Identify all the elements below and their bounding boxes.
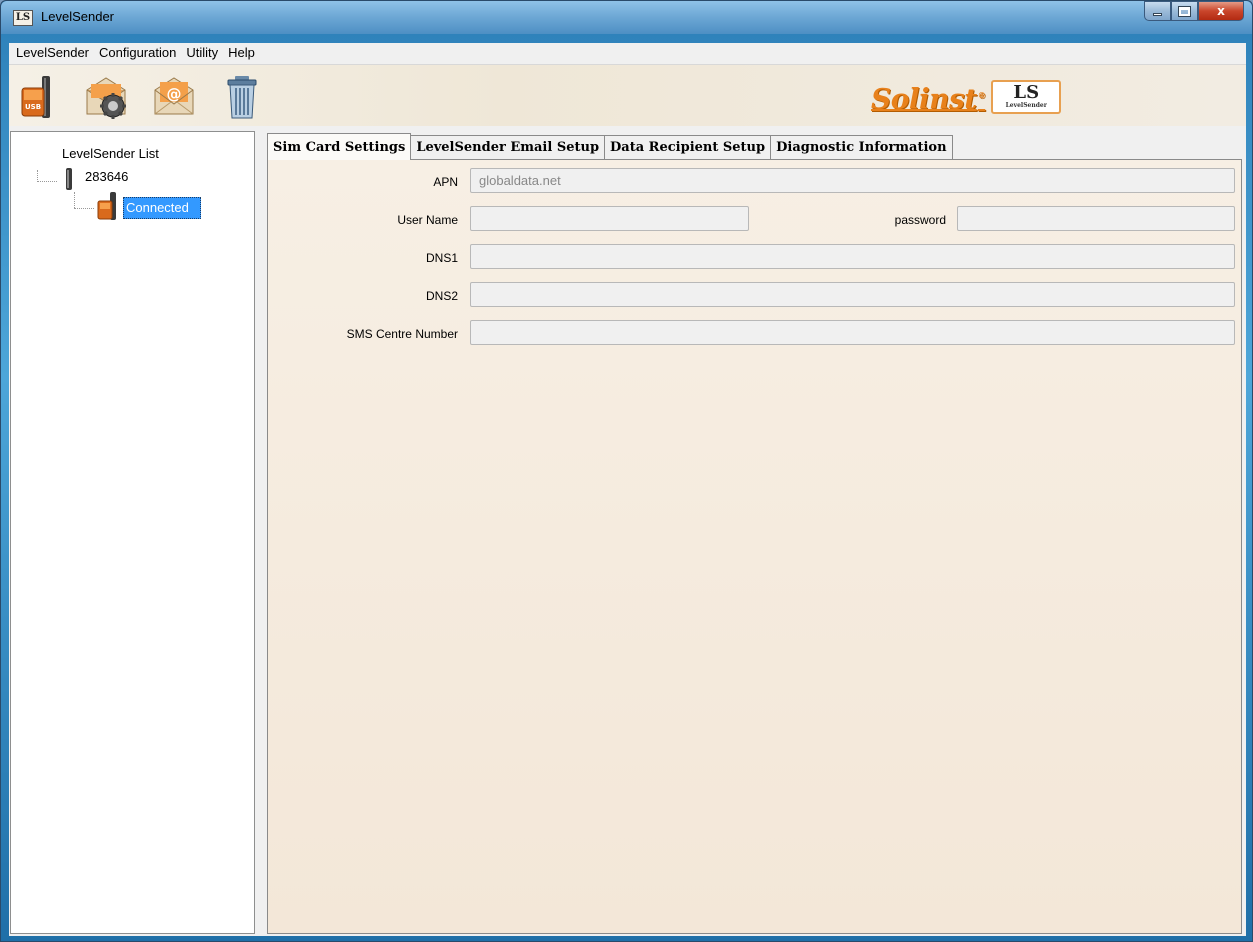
usb-levelsender-icon: USB: [21, 76, 50, 118]
minimize-icon: [1153, 12, 1162, 16]
svg-text:USB: USB: [25, 103, 41, 111]
minimize-button[interactable]: [1144, 1, 1171, 21]
settings-panel: Sim Card Settings LevelSender Email Setu…: [262, 131, 1246, 934]
window-title: LevelSender: [41, 9, 114, 24]
levelsender-badge: LS LevelSender: [991, 80, 1062, 114]
tab-diagnostic-information[interactable]: Diagnostic Information: [770, 135, 953, 160]
menu-configuration[interactable]: Configuration: [94, 43, 181, 64]
dns2-field[interactable]: [470, 282, 1235, 307]
dns1-field[interactable]: [470, 244, 1235, 269]
brand-logo: Solinst® LS LevelSender: [871, 79, 1062, 116]
email-settings-gear-icon: [86, 77, 126, 119]
sim-card-settings-form: APN globaldata.net User Name password DN…: [267, 159, 1242, 934]
close-icon: x: [1217, 4, 1225, 18]
solinst-logo: Solinst®: [871, 82, 986, 116]
email-setup-button[interactable]: @: [151, 73, 197, 121]
maximize-icon: [1178, 5, 1191, 17]
menu-help[interactable]: Help: [223, 43, 260, 64]
sms-centre-field[interactable]: [470, 320, 1235, 345]
badge-main-text: LS: [1013, 82, 1040, 103]
tab-bar: Sim Card Settings LevelSender Email Setu…: [267, 133, 953, 160]
email-at-icon: @: [154, 77, 194, 115]
apn-field[interactable]: globaldata.net: [470, 168, 1235, 193]
client-area: LevelSender Configuration Utility Help U…: [9, 43, 1246, 936]
app-window: LS LevelSender x LevelSender Configurati…: [0, 0, 1253, 942]
user-name-label: User Name: [397, 213, 458, 227]
password-field[interactable]: [957, 206, 1235, 231]
connection-node[interactable]: [96, 192, 120, 223]
usb-connected-icon: [97, 192, 116, 220]
device-label[interactable]: 283646: [85, 169, 128, 184]
delete-button[interactable]: [219, 73, 265, 121]
trash-can-icon: [227, 76, 257, 119]
connection-status[interactable]: Connected: [123, 197, 201, 219]
levelsender-tree: LevelSender List 283646 Connected: [10, 131, 255, 934]
connect-usb-button[interactable]: USB: [15, 73, 61, 121]
sms-centre-label: SMS Centre Number: [346, 327, 458, 341]
badge-sub-text: LevelSender: [1005, 102, 1047, 109]
menu-utility[interactable]: Utility: [181, 43, 223, 64]
tree-connector: [74, 192, 75, 208]
app-icon: LS: [13, 10, 33, 26]
user-name-field[interactable]: [470, 206, 749, 231]
close-button[interactable]: x: [1198, 1, 1244, 21]
tree-title: LevelSender List: [62, 146, 159, 161]
tree-connector: [74, 208, 94, 209]
apn-label: APN: [433, 175, 458, 189]
device-node[interactable]: [64, 168, 74, 193]
dns1-label: DNS1: [425, 251, 458, 265]
menu-levelsender[interactable]: LevelSender: [11, 43, 94, 64]
dns2-label: DNS2: [425, 289, 458, 303]
title-bar[interactable]: LS LevelSender x: [1, 1, 1252, 34]
levelsender-device-icon: [66, 168, 72, 190]
email-settings-button[interactable]: [83, 73, 129, 121]
tab-data-recipient-setup[interactable]: Data Recipient Setup: [604, 135, 772, 160]
tab-sim-card-settings[interactable]: Sim Card Settings: [267, 133, 412, 160]
password-label: password: [894, 213, 946, 227]
tab-email-setup[interactable]: LevelSender Email Setup: [410, 135, 606, 160]
window-controls: x: [1144, 1, 1244, 21]
menu-bar: LevelSender Configuration Utility Help: [9, 43, 1246, 64]
toolbar: USB @ Solinst® LS LevelSender: [9, 64, 1246, 126]
maximize-button[interactable]: [1171, 1, 1198, 21]
tree-connector: [37, 181, 57, 182]
